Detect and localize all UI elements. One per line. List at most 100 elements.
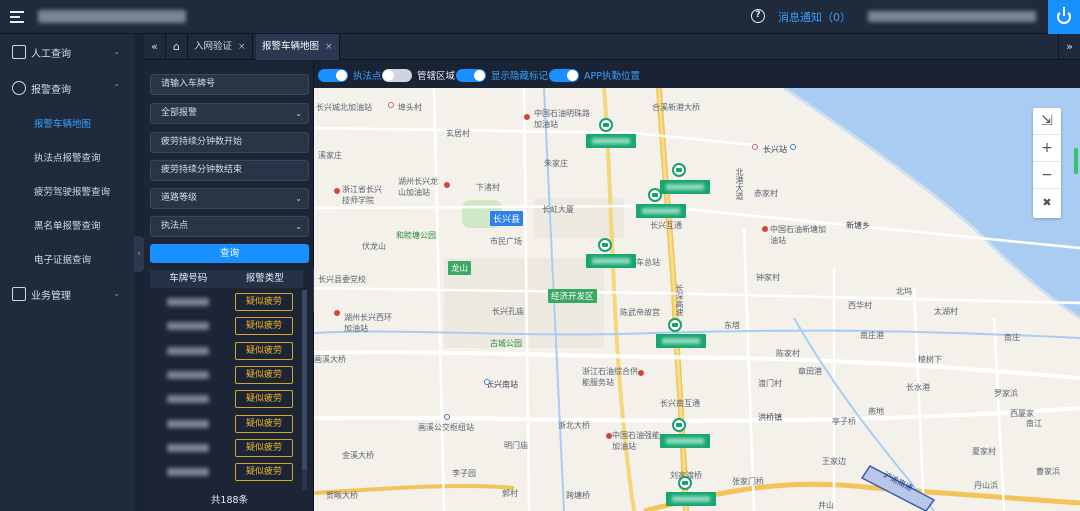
sidebar-group-label: 业务管理 [31, 290, 71, 302]
plate-redacted [167, 322, 209, 331]
results-table-body: 疑似疲劳 疑似疲劳 疑似疲劳 疑似疲劳 疑似疲劳 疑似疲劳 疑似疲劳 疑似疲劳 [150, 290, 303, 484]
toggle-switch[interactable] [318, 68, 348, 82]
fullscreen-icon[interactable]: ⇲ [1033, 108, 1061, 135]
sidebar-item-enforcement-alarm[interactable]: 执法点报警查询 [0, 140, 134, 174]
zoom-out-button[interactable]: − [1033, 162, 1061, 189]
tab-scroll-right-button[interactable]: » [1058, 34, 1080, 60]
map-label: 长虹大厦 [542, 205, 574, 214]
map-label: 明门庙 [504, 441, 528, 450]
tab-alarm-vehicle-map[interactable]: 报警车辆地图 × [256, 34, 340, 60]
map-label: 古城公园 [490, 339, 522, 348]
close-icon[interactable]: × [325, 42, 333, 52]
gas-station-icon[interactable] [334, 188, 340, 194]
enforcement-point-select[interactable]: 执法点 ⌄ [150, 216, 309, 237]
toggle-switch[interactable] [456, 68, 486, 82]
user-info-redacted [868, 11, 1036, 22]
toggle-jurisdiction-area[interactable]: 管辖区域 [382, 68, 455, 82]
enforcement-point-value: 执法点 [161, 221, 189, 231]
sidebar-collapse-handle[interactable]: ‹ [134, 236, 144, 272]
alarm-type-tag: 疑似疲劳 [235, 438, 293, 457]
alarm-type-tag: 疑似疲劳 [235, 366, 293, 385]
results-scrollbar[interactable] [302, 290, 307, 490]
alarm-type-tag: 疑似疲劳 [235, 293, 293, 312]
toggle-switch[interactable] [549, 68, 579, 82]
bus-station-icon[interactable] [444, 414, 450, 420]
plate-redacted [167, 371, 209, 380]
chevron-up-icon: ⌃ [113, 83, 120, 92]
fatigue-start-input[interactable]: 疲劳持续分钟数开始 [150, 132, 309, 153]
ruler-icon[interactable]: ✖ [1033, 189, 1061, 216]
alarm-type-tag: 疑似疲劳 [235, 463, 293, 482]
map-label: 太湖村 [934, 307, 958, 316]
menu-toggle-icon[interactable] [10, 8, 24, 24]
table-row[interactable]: 疑似疲劳 [150, 411, 303, 435]
road-level-value: 道路等级 [161, 193, 198, 203]
toggle-hidden-markers[interactable]: 显示隐藏标记 [456, 68, 548, 82]
gas-station-icon[interactable] [606, 433, 612, 439]
road-level-select[interactable]: 道路等级 ⌄ [150, 188, 309, 209]
table-row[interactable]: 疑似疲劳 [150, 387, 303, 411]
home-icon[interactable]: ⌂ [166, 34, 188, 60]
train-station-icon[interactable] [790, 144, 796, 150]
truck-icon [648, 188, 662, 202]
search-doc-icon [12, 45, 26, 59]
message-notice-link[interactable]: 消息通知（0） [778, 9, 851, 25]
poi-marker[interactable] [752, 144, 758, 150]
map-label: 夏家村 [972, 447, 996, 456]
sidebar-group-manual-query[interactable]: 人工查询 ⌄ [0, 34, 134, 70]
map-label: 章田港 [798, 367, 822, 376]
map-label: 跨塘桥 [566, 491, 590, 500]
sidebar-item-alarm-vehicle-map[interactable]: 报警车辆地图 [0, 106, 134, 140]
map-label: 画溪公交枢纽站 [418, 423, 474, 432]
table-row[interactable]: 疑似疲劳 [150, 363, 303, 387]
map-canvas[interactable]: 长兴城北加油站 埠头村 中国石油明珠路加油站 合溪新港大桥 玄居村 长兴站 溪家… [314, 88, 1080, 511]
map-label: 郭村 [502, 489, 518, 498]
zoom-in-button[interactable]: + [1033, 135, 1061, 162]
table-row[interactable]: 疑似疲劳 [150, 460, 303, 484]
plate-number-input[interactable]: 请输入车牌号 [150, 74, 309, 95]
sidebar-item-evidence-query[interactable]: 电子证据查询 [0, 242, 134, 276]
toggle-switch[interactable] [382, 68, 412, 82]
tab-scroll-left-button[interactable]: « [144, 34, 166, 60]
toggle-enforcement-points[interactable]: 执法点 [318, 68, 382, 82]
gas-station-icon[interactable] [638, 370, 644, 376]
map-label: 浙江省长兴技师学院 [342, 185, 382, 205]
gas-station-icon[interactable] [762, 226, 768, 232]
map-label: 陈家村 [776, 349, 800, 358]
close-icon[interactable]: × [238, 42, 246, 52]
sidebar-item-blacklist-alarm[interactable]: 黑名单报警查询 [0, 208, 134, 242]
toggle-app-duty-location[interactable]: APP执勤位置 [549, 68, 640, 82]
map-label: 贺畈大桥 [326, 491, 358, 500]
sidebar-item-fatigue-alarm[interactable]: 疲劳驾驶报警查询 [0, 174, 134, 208]
query-button[interactable]: 查询 [150, 244, 309, 263]
sidebar-group-business[interactable]: 业务管理 ⌄ [0, 276, 134, 312]
map-label: 棱树下 [918, 355, 942, 364]
map-label: 埠头村 [398, 103, 422, 112]
table-row[interactable]: 疑似疲劳 [150, 290, 303, 314]
table-row[interactable]: 疑似疲劳 [150, 436, 303, 460]
chevron-down-icon: ⌄ [295, 109, 302, 118]
table-row[interactable]: 疑似疲劳 [150, 339, 303, 363]
gas-station-icon[interactable] [444, 182, 450, 188]
train-station-icon[interactable] [484, 379, 490, 385]
map-label: 南庄 [1004, 333, 1020, 342]
map-badge: 经济开发区 [548, 289, 597, 303]
fatigue-end-input[interactable]: 疲劳持续分钟数结束 [150, 160, 309, 181]
truck-icon [672, 418, 686, 432]
column-header-plate: 车牌号码 [169, 273, 208, 284]
logout-button[interactable] [1048, 0, 1080, 34]
gas-station-icon[interactable] [334, 310, 340, 316]
map-label: 画溪大桥 [314, 355, 346, 364]
map-label: 东塔 [724, 321, 740, 330]
vehicle-plate-tag [636, 204, 686, 218]
help-icon[interactable]: ? [751, 9, 765, 23]
tab-label: 入网验证 [194, 41, 233, 52]
poi-marker[interactable] [388, 102, 394, 108]
sidebar-group-alarm-query[interactable]: 报警查询 ⌃ [0, 70, 134, 106]
table-row[interactable]: 疑似疲劳 [150, 314, 303, 338]
map-label: 长兴南站 [486, 380, 518, 389]
alarm-type-select[interactable]: 全部报警 ⌄ [150, 103, 309, 124]
tab-network-verify[interactable]: 入网验证 × [188, 34, 253, 60]
chevron-down-icon: ⌄ [113, 47, 120, 56]
gas-station-icon[interactable] [524, 114, 530, 120]
